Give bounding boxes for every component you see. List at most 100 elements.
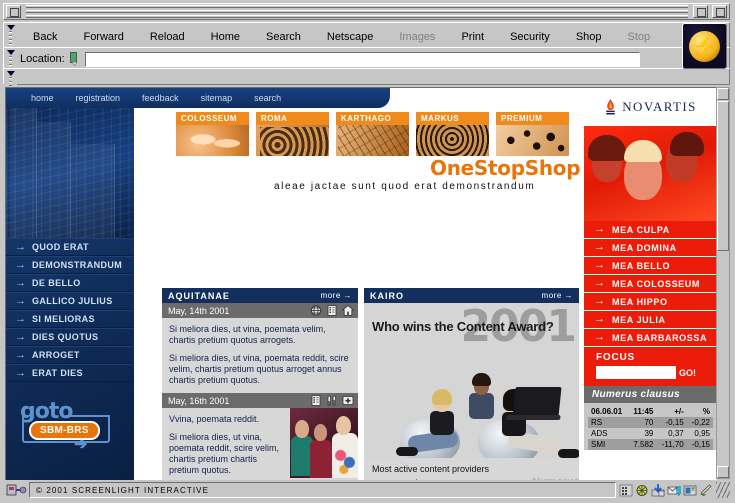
pencil-icon[interactable] xyxy=(699,484,713,497)
security-lock-icon[interactable] xyxy=(5,482,27,498)
sidebar-item-quod-erat[interactable]: → QUOD ERAT xyxy=(6,238,134,256)
right-nav-item-mea-domina[interactable]: → MEA DOMINA xyxy=(584,239,717,257)
resize-grip[interactable] xyxy=(716,482,730,498)
table-row[interactable]: SMI 7.582 -11,70 -0,15 xyxy=(588,439,713,450)
window-menu-button[interactable] xyxy=(6,5,21,18)
status-bar: © 2001 SCREENLIGHT INTERACTIVE xyxy=(5,481,730,499)
grid-icon[interactable] xyxy=(619,484,633,497)
right-nav-item-mea-bello[interactable]: → MEA BELLO xyxy=(584,257,717,275)
status-tray xyxy=(616,483,716,497)
tile-caption: ROMA xyxy=(256,112,329,125)
focus-title: FOCUS xyxy=(596,352,635,363)
right-nav-item-label: MEA JULIA xyxy=(612,314,666,325)
goto-widget[interactable]: goto SBM-BRS ➔ xyxy=(6,393,134,463)
topnav-item-feedback[interactable]: feedback xyxy=(131,93,190,103)
page-scrollbar[interactable] xyxy=(716,87,730,479)
category-tile-premium[interactable]: PREMIUM xyxy=(494,110,571,158)
novartis-logo: NOVARTIS xyxy=(584,88,717,126)
toolbar-button-netscape[interactable]: Netscape xyxy=(314,31,386,43)
netscape-logo-button[interactable]: ⚡ xyxy=(682,23,727,69)
toolbar-button-forward[interactable]: Forward xyxy=(70,31,136,43)
table-cell-value: 39 xyxy=(644,429,654,438)
sidebar-item-si-melioras[interactable]: → SI MELIORAS xyxy=(6,310,134,328)
panel-kairo-more-link[interactable]: more → xyxy=(542,291,573,300)
toolbar-button-shop[interactable]: Shop xyxy=(563,31,615,43)
scroll-thumb[interactable] xyxy=(717,101,729,251)
category-tile-colosseum[interactable]: COLOSSEUM xyxy=(174,110,251,158)
toolbar-handle[interactable] xyxy=(4,23,17,50)
sidebar-item-erat-dies[interactable]: → ERAT DIES xyxy=(6,364,134,382)
toolbar-button-stop[interactable]: Stop xyxy=(615,31,664,43)
location-toolbar-handle[interactable] xyxy=(4,48,17,70)
focus-go-button[interactable]: GO! xyxy=(679,368,696,378)
mail-icon[interactable] xyxy=(667,484,681,497)
toolbar-button-reload[interactable]: Reload xyxy=(137,31,198,43)
document-icon[interactable] xyxy=(326,305,338,316)
table-row[interactable]: RS 70 -0,15 -0,22 xyxy=(588,417,713,428)
toolbar-button-home[interactable]: Home xyxy=(198,31,253,43)
toolbar-button-back[interactable]: Back xyxy=(20,31,70,43)
novartis-flame-icon xyxy=(604,98,617,116)
download-icon[interactable] xyxy=(651,483,665,497)
arrow-right-icon: → xyxy=(15,258,26,271)
table-header: +/- xyxy=(674,407,684,416)
sidebar-item-demonstrandum[interactable]: → DEMONSTRANDUM xyxy=(6,256,134,274)
right-nav-item-label: MEA CULPA xyxy=(612,224,670,235)
article-date: May, 14th 2001 xyxy=(168,305,230,316)
first-aid-icon[interactable] xyxy=(342,395,354,406)
topnav-item-home[interactable]: home xyxy=(20,93,65,103)
lightning-ball-icon: ⚡ xyxy=(689,30,720,62)
brand-tagline: aleae jactae sunt quod erat demonstrandu… xyxy=(274,181,536,192)
table-row[interactable]: ADS 39 0,37 0,95 xyxy=(588,428,713,439)
document-icon[interactable] xyxy=(310,395,322,406)
right-nav-item-mea-julia[interactable]: → MEA JULIA xyxy=(584,311,717,329)
scroll-up-arrow[interactable] xyxy=(717,88,729,100)
arrow-right-icon: → xyxy=(594,277,605,289)
right-sidebar: NOVARTIS → MEA CULPA → MEA DOMINA → MEA BELLO… xyxy=(584,88,717,480)
composer-icon[interactable] xyxy=(683,484,697,497)
sidebar-item-gallico-julius[interactable]: → GALLICO JULIUS xyxy=(6,292,134,310)
right-nav-item-mea-culpa[interactable]: → MEA CULPA xyxy=(584,221,717,239)
sbm-brs-button[interactable]: SBM-BRS xyxy=(29,421,100,440)
panel-aquitanae-title: AQUITANAE xyxy=(168,290,230,301)
location-input[interactable] xyxy=(84,51,640,67)
top-nav: home registration feedback sitemap search xyxy=(6,88,390,108)
hero-photo xyxy=(364,351,579,471)
goto-arrow-icon: ➔ xyxy=(74,436,88,453)
bookmark-icon[interactable] xyxy=(68,51,82,67)
table-cell-change: 0,37 xyxy=(668,429,684,438)
sidebar-item-dies-quotus[interactable]: → DIES QUOTUS xyxy=(6,328,134,346)
toolbar-button-security[interactable]: Security xyxy=(497,31,563,43)
right-nav-item-label: MEA BARBAROSSA xyxy=(612,332,708,343)
category-tile-karthago[interactable]: KARTHAGO xyxy=(334,110,411,158)
topnav-item-sitemap[interactable]: sitemap xyxy=(190,93,244,103)
globe-network-icon[interactable] xyxy=(635,484,649,497)
globe-icon[interactable] xyxy=(310,305,322,316)
sidebar-item-arroget[interactable]: → ARROGET xyxy=(6,346,134,364)
category-tile-markus[interactable]: MARKUS xyxy=(414,110,491,158)
house-icon[interactable] xyxy=(342,305,354,316)
minimize-button[interactable] xyxy=(693,5,708,18)
laptop-prop xyxy=(512,387,562,417)
right-nav-item-mea-hippo[interactable]: → MEA HIPPO xyxy=(584,293,717,311)
right-nav-item-mea-colosseum[interactable]: → MEA COLOSSEUM xyxy=(584,275,717,293)
topnav-item-search[interactable]: search xyxy=(243,93,292,103)
toolbar-button-images[interactable]: Images xyxy=(386,31,448,43)
test-tubes-icon[interactable] xyxy=(326,395,338,406)
scroll-down-arrow[interactable] xyxy=(717,466,729,478)
novartis-wordmark: NOVARTIS xyxy=(622,99,697,114)
toolbar-button-search[interactable]: Search xyxy=(253,31,314,43)
toolbar-button-print[interactable]: Print xyxy=(448,31,497,43)
category-tile-roma[interactable]: ROMA xyxy=(254,110,331,158)
maximize-button[interactable] xyxy=(712,5,727,18)
focus-input[interactable] xyxy=(596,366,676,379)
table-cell-name: SMI xyxy=(588,439,629,450)
panel-aquitanae-more-link[interactable]: more → xyxy=(321,291,352,300)
sidebar-item-de-bello[interactable]: → DE BELLO xyxy=(6,274,134,292)
topnav-item-registration[interactable]: registration xyxy=(65,93,132,103)
arrow-right-icon: → xyxy=(15,240,26,253)
arrow-right-icon: → xyxy=(15,348,26,361)
sidebar-item-label: ERAT DIES xyxy=(32,368,83,378)
right-nav-item-mea-barbarossa[interactable]: → MEA BARBAROSSA xyxy=(584,329,717,347)
personal-toolbar-handle[interactable] xyxy=(4,69,17,86)
